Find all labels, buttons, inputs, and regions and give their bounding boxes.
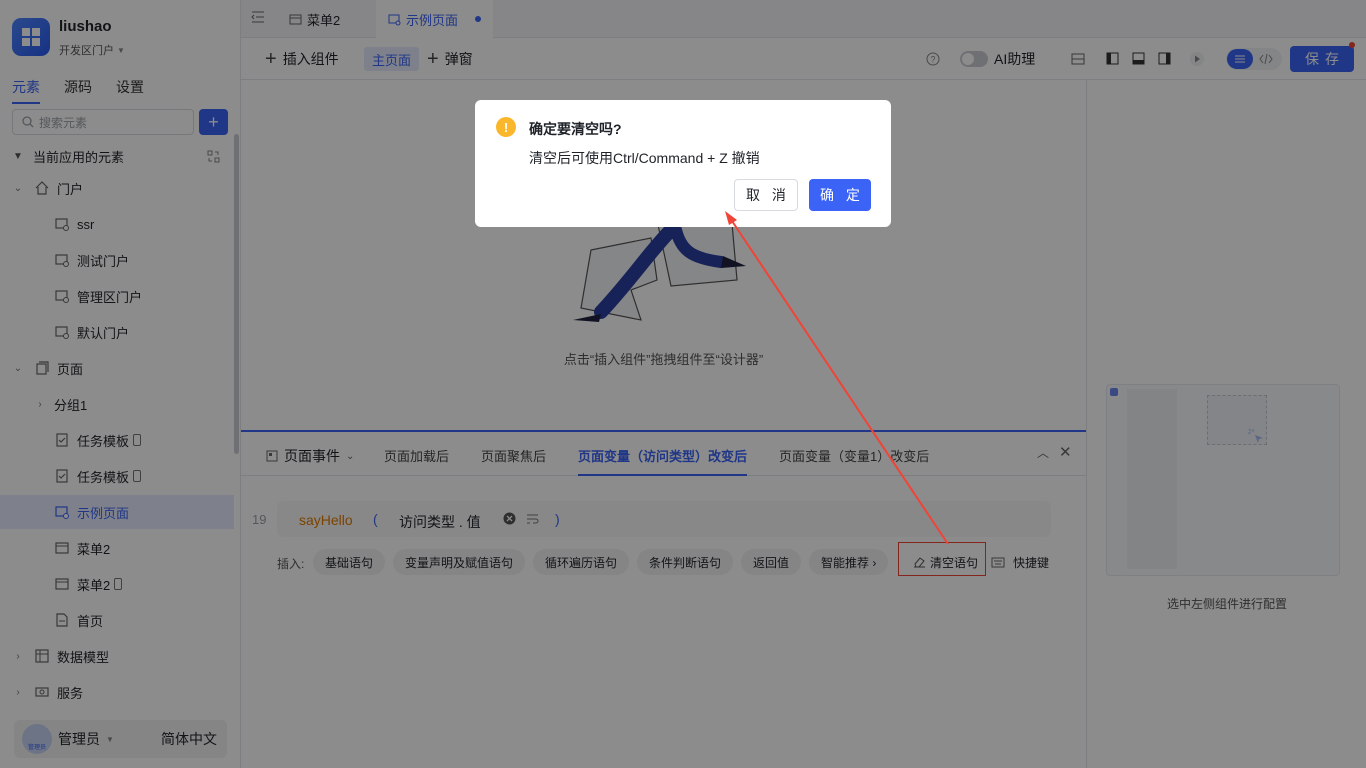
annotation-arrow [725,211,949,545]
